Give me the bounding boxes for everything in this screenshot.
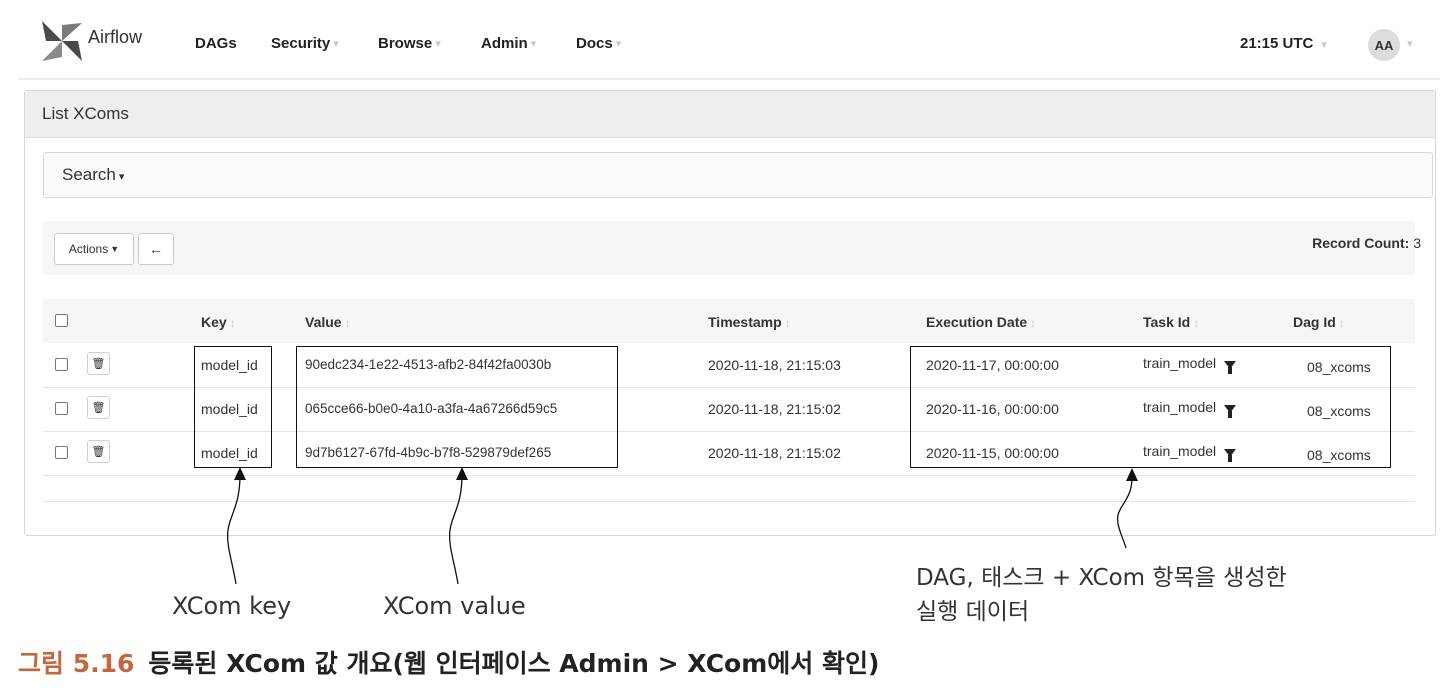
header-label: Key (201, 314, 227, 330)
nav-security-label: Security (271, 35, 331, 52)
figure-number: 그림 5.16 (18, 649, 135, 678)
clock-label: 21:15 UTC (1240, 35, 1314, 52)
header-label: Task Id (1143, 314, 1191, 330)
arrow-left-icon: ← (149, 241, 163, 257)
cell-timestamp: 2020-11-18, 21:15:03 (708, 357, 841, 373)
utc-clock[interactable]: 21:15 UTC ▾ (1240, 35, 1327, 52)
annotation-run-data-line1: DAG, 태스크 + XCom 항목을 생성한 (916, 565, 1287, 591)
nav-admin-label: Admin (481, 35, 528, 52)
record-count-value: 3 (1413, 235, 1421, 251)
caret-down-icon: ▼ (110, 244, 120, 254)
row-checkbox[interactable] (55, 446, 68, 459)
row-checkbox[interactable] (55, 402, 68, 415)
column-header-task-id[interactable]: Task Id ↕ (1143, 314, 1199, 330)
run-data-highlight (910, 346, 1391, 468)
table-spacer-row (43, 475, 1415, 502)
nav-docs-label: Docs (576, 35, 613, 52)
sort-icon: ↕ (1338, 316, 1345, 330)
header-label: Timestamp (708, 314, 782, 330)
nav-security[interactable]: Security ▾ (271, 35, 339, 52)
actions-dropdown-button[interactable]: Actions ▼ (54, 233, 134, 265)
sort-icon: ↕ (229, 316, 236, 330)
nav-browse-label: Browse (378, 35, 433, 52)
column-header-value[interactable]: Value ↕ (305, 314, 351, 330)
trash-icon: 🗑 (91, 358, 106, 370)
nav-docs[interactable]: Docs ▾ (576, 35, 621, 52)
figure-text: 등록된 XCom 값 개요(웹 인터페이스 Admin > XCom에서 확인) (148, 649, 880, 678)
column-header-dag-id[interactable]: Dag Id ↕ (1293, 314, 1345, 330)
search-toggle[interactable]: Search ▾ (43, 152, 1433, 198)
panel-title: List XComs (25, 91, 1435, 138)
actions-label: Actions (68, 242, 109, 256)
chevron-down-icon: ▾ (530, 38, 537, 50)
chevron-down-icon: ▾ (615, 38, 622, 50)
record-count: Record Count: 3 (1312, 235, 1421, 251)
sort-icon: ↕ (1030, 316, 1037, 330)
delete-button[interactable]: 🗑 (87, 440, 110, 463)
cell-timestamp: 2020-11-18, 21:15:02 (708, 445, 841, 461)
sort-icon: ↕ (344, 316, 351, 330)
column-header-key[interactable]: Key ↕ (201, 314, 236, 330)
select-all-checkbox[interactable] (55, 314, 68, 327)
trash-icon: 🗑 (91, 402, 106, 414)
brand-name: Airflow (88, 26, 143, 47)
key-column-highlight (194, 346, 272, 468)
delete-button[interactable]: 🗑 (87, 352, 110, 375)
column-header-timestamp[interactable]: Timestamp ↕ (708, 314, 791, 330)
header-label: Execution Date (926, 314, 1028, 330)
record-count-label: Record Count: (1312, 235, 1410, 251)
chevron-down-icon[interactable]: ▾ (1407, 37, 1413, 50)
airflow-brand[interactable]: Airflow (40, 19, 142, 63)
annotation-xcom-value: XCom value (383, 592, 526, 620)
chevron-down-icon: ▾ (435, 38, 441, 50)
xcom-list-panel: List XComs Search ▾ Actions ▼ ← Record Cou… (24, 90, 1436, 536)
cell-timestamp: 2020-11-18, 21:15:02 (708, 401, 841, 417)
delete-button[interactable]: 🗑 (87, 396, 110, 419)
trash-icon: 🗑 (91, 446, 106, 458)
actions-bar: Actions ▼ ← Record Count: 3 (43, 221, 1421, 275)
figure-caption: 그림 5.16 등록된 XCom 값 개요(웹 인터페이스 Admin > XCo… (18, 644, 879, 680)
annotation-run-data-line2: 실행 데이터 (916, 599, 1030, 625)
value-column-highlight (296, 346, 618, 468)
column-header-execution-date[interactable]: Execution Date ↕ (926, 314, 1036, 330)
header-label: Dag Id (1293, 314, 1336, 330)
annotation-xcom-key: XCom key (172, 592, 292, 620)
user-avatar[interactable]: AA (1368, 29, 1400, 61)
table-header: Key ↕ Value ↕ Timestamp ↕ Execution Date ↕ T… (43, 299, 1415, 343)
row-checkbox[interactable] (55, 358, 68, 371)
nav-browse[interactable]: Browse ▾ (378, 35, 441, 52)
nav-admin[interactable]: Admin ▾ (481, 35, 536, 52)
header-label: Value (305, 314, 342, 330)
nav-dags-label: DAGs (195, 35, 237, 52)
chevron-down-icon: ▾ (333, 38, 339, 50)
airflow-logo-icon (42, 21, 82, 61)
sort-icon: ↕ (784, 316, 791, 330)
back-button[interactable]: ← (138, 233, 174, 265)
top-navbar: Airflow DAGs Security ▾ Browse ▾ Admin ▾ Do… (18, 10, 1440, 80)
nav-dags[interactable]: DAGs (195, 35, 237, 52)
search-label: Search (62, 165, 116, 184)
caret-down-icon: ▾ (118, 171, 125, 183)
chevron-down-icon: ▾ (1321, 39, 1327, 51)
sort-icon: ↕ (1193, 316, 1200, 330)
